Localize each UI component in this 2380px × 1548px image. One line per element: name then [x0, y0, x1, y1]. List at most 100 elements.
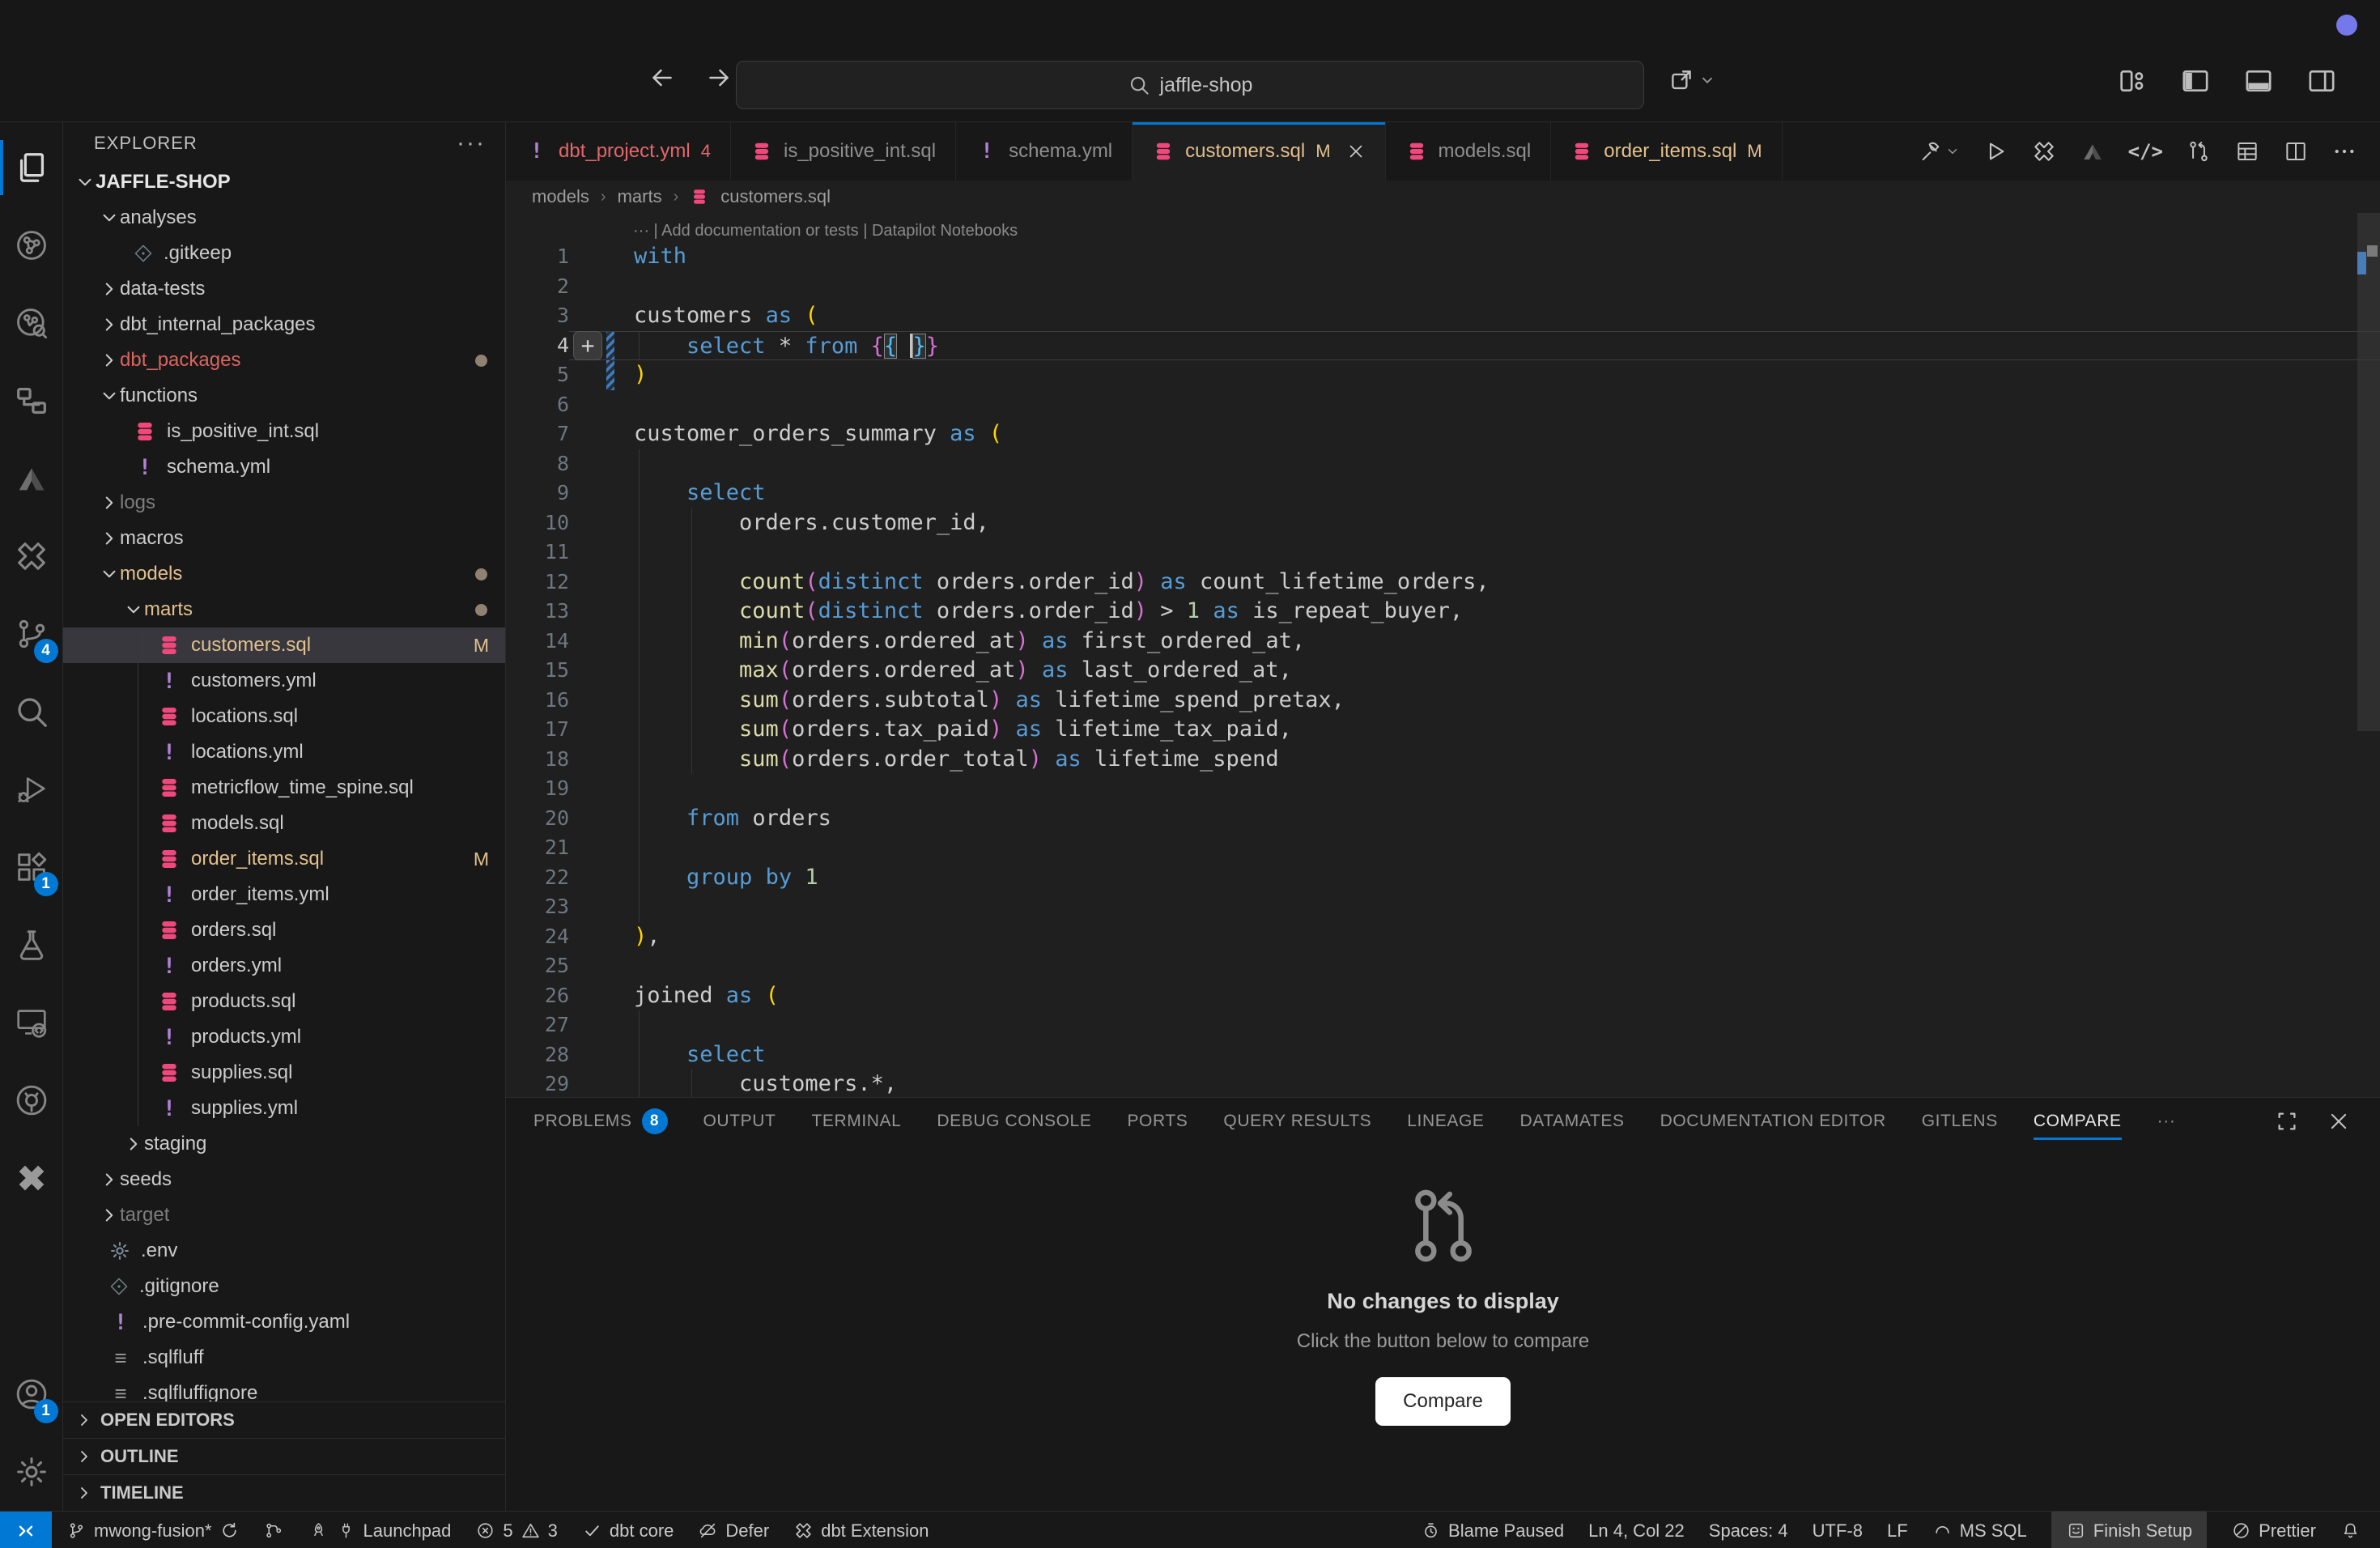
code-line-13[interactable]: 13 count(distinct orders.order_id) > 1 a…	[506, 597, 2380, 627]
tree-item-logs[interactable]: logs	[63, 485, 505, 521]
code-editor[interactable]: ··· | Add documentation or tests | Datap…	[506, 213, 2380, 1097]
tree-item-.pre-commit-config.yaml[interactable]: !.pre-commit-config.yaml	[63, 1304, 505, 1340]
tree-item-models.sql[interactable]: models.sql	[63, 806, 505, 841]
editor-scrollbar[interactable]	[2357, 213, 2380, 747]
status-dbt-extension[interactable]: dbt Extension	[793, 1512, 929, 1548]
command-center-search[interactable]: jaffle-shop	[736, 61, 1644, 109]
activity-settings[interactable]	[0, 1433, 63, 1511]
activity-run-debug[interactable]	[0, 751, 63, 828]
sidebar-more-actions[interactable]: ···	[457, 130, 486, 157]
code-line-20[interactable]: 20 from orders	[506, 804, 2380, 834]
activity-remote-explorer[interactable]	[0, 984, 63, 1061]
activity-lineage-search[interactable]	[0, 284, 63, 362]
tree-item-is_positive_int.sql[interactable]: is_positive_int.sql	[63, 414, 505, 449]
tree-item-order_items.sql[interactable]: order_items.sqlM	[63, 841, 505, 877]
activity-accounts[interactable]: 1	[0, 1355, 63, 1433]
status-cursor-position[interactable]: Ln 4, Col 22	[1588, 1512, 1685, 1548]
tree-item-dbt_packages[interactable]: dbt_packages	[63, 342, 505, 378]
run-action[interactable]	[1983, 138, 2008, 164]
status-finish-setup[interactable]: Finish Setup	[2051, 1512, 2207, 1548]
panel-tab-problems[interactable]: PROBLEMS8	[533, 1098, 668, 1145]
code-line-7[interactable]: 7customer_orders_summary as (	[506, 419, 2380, 449]
add-button[interactable]: +	[573, 331, 602, 360]
code-line-25[interactable]: 25	[506, 951, 2380, 981]
code-line-19[interactable]: 19	[506, 774, 2380, 804]
tree-item-staging[interactable]: staging	[63, 1126, 505, 1162]
tree-item-macros[interactable]: macros	[63, 521, 505, 556]
activity-lineage[interactable]	[0, 206, 63, 284]
code-line-3[interactable]: 3customers as (	[506, 301, 2380, 331]
status-launchpad[interactable]: Launchpad	[308, 1512, 452, 1548]
code-line-17[interactable]: 17 sum(orders.tax_paid) as lifetime_tax_…	[506, 715, 2380, 745]
compare-action[interactable]	[2186, 138, 2212, 164]
tab-customers.sql[interactable]: customers.sqlM	[1133, 122, 1385, 181]
tree-item-schema.yml[interactable]: !schema.yml	[63, 449, 505, 485]
panel-tab-query-results[interactable]: QUERY RESULTS	[1223, 1098, 1371, 1145]
status-indentation[interactable]: Spaces: 4	[1709, 1512, 1788, 1548]
activity-explorer[interactable]	[0, 129, 63, 206]
code-line-11[interactable]: 11	[506, 538, 2380, 568]
breadcrumb-item[interactable]: models	[532, 186, 589, 207]
status-defer[interactable]: Defer	[698, 1512, 769, 1548]
split-editor-action[interactable]	[2283, 138, 2309, 164]
copilot-menu[interactable]	[1668, 66, 1716, 94]
more-actions[interactable]	[2331, 138, 2357, 164]
panel-tab-compare[interactable]: COMPARE	[2034, 1098, 2122, 1145]
panel-tab-output[interactable]: OUTPUT	[703, 1098, 776, 1145]
forward-arrow-icon[interactable]	[704, 63, 733, 92]
layout-sidebar-left-icon[interactable]	[2179, 65, 2212, 97]
status-language-mode[interactable]: MS SQL	[1932, 1512, 2027, 1548]
tree-item-.sqlfluff[interactable]: ≡.sqlfluff	[63, 1340, 505, 1376]
tab-is_positive_int.sql[interactable]: is_positive_int.sql	[731, 122, 956, 181]
layout-panel-icon[interactable]	[2242, 65, 2275, 97]
code-line-23[interactable]: 23	[506, 892, 2380, 922]
tree-item-order_items.yml[interactable]: !order_items.yml	[63, 877, 505, 912]
close-icon[interactable]	[1346, 142, 1366, 161]
panel-tab-ports[interactable]: PORTS	[1127, 1098, 1188, 1145]
code-line-9[interactable]: 9 select	[506, 478, 2380, 508]
layout-customize-icon[interactable]	[2116, 65, 2148, 97]
activity-dbt-x[interactable]	[0, 1139, 63, 1217]
tree-item-locations.sql[interactable]: locations.sql	[63, 699, 505, 734]
activity-dbt[interactable]	[0, 440, 63, 517]
panel-tab-lineage[interactable]: LINEAGE	[1407, 1098, 1484, 1145]
panel-tab-documentation-editor[interactable]: DOCUMENTATION EDITOR	[1660, 1098, 1886, 1145]
code-line-22[interactable]: 22 group by 1	[506, 863, 2380, 893]
activity-flowchart[interactable]	[0, 362, 63, 440]
code-line-5[interactable]: 5)	[506, 360, 2380, 390]
tree-item-.gitignore[interactable]: .gitignore	[63, 1269, 505, 1304]
tree-item-functions[interactable]: functions	[63, 378, 505, 414]
tree-item-customers.sql[interactable]: customers.sqlM	[63, 627, 505, 663]
code-line-21[interactable]: 21	[506, 833, 2380, 863]
tab-order_items.sql[interactable]: order_items.sqlM	[1551, 122, 1782, 181]
code-line-18[interactable]: 18 sum(orders.order_total) as lifetime_s…	[506, 745, 2380, 775]
code-line-2[interactable]: 2	[506, 272, 2380, 302]
status-encoding[interactable]: UTF-8	[1813, 1512, 1863, 1548]
compare-button[interactable]: Compare	[1375, 1377, 1511, 1426]
tab-models.sql[interactable]: models.sql	[1386, 122, 1552, 181]
tree-item-target[interactable]: target	[63, 1197, 505, 1233]
maximize-panel[interactable]	[2275, 1109, 2299, 1133]
status-prettier[interactable]: Prettier	[2231, 1512, 2316, 1548]
tree-item-JAFFLE-SHOP[interactable]: JAFFLE-SHOP	[63, 164, 505, 200]
status-git-graph[interactable]	[264, 1512, 284, 1548]
tree-item-orders.yml[interactable]: !orders.yml	[63, 948, 505, 984]
code-line-27[interactable]: 27	[506, 1010, 2380, 1040]
tree-item-marts[interactable]: marts	[63, 592, 505, 627]
code-line-26[interactable]: 26joined as (	[506, 981, 2380, 1011]
section-open-editors[interactable]: OPEN EDITORS	[63, 1401, 505, 1438]
code-line-14[interactable]: 14 min(orders.ordered_at) as first_order…	[506, 627, 2380, 657]
tree-item-products.yml[interactable]: !products.yml	[63, 1019, 505, 1055]
code-line-12[interactable]: 12 count(distinct orders.order_id) as co…	[506, 568, 2380, 598]
tree-item-supplies.sql[interactable]: supplies.sql	[63, 1055, 505, 1091]
status-eol[interactable]: LF	[1887, 1512, 1908, 1548]
code-line-28[interactable]: 28 select	[506, 1040, 2380, 1070]
tree-item-seeds[interactable]: seeds	[63, 1162, 505, 1197]
panel-more-tabs[interactable]: ···	[2157, 1098, 2176, 1145]
tree-item-locations.yml[interactable]: !locations.yml	[63, 734, 505, 770]
tree-item-.sqlfluffignore[interactable]: ≡.sqlfluffignore	[63, 1376, 505, 1401]
panel-tab-terminal[interactable]: TERMINAL	[811, 1098, 901, 1145]
status-problems[interactable]: 53	[475, 1512, 558, 1548]
activity-github[interactable]	[0, 1061, 63, 1139]
breadcrumb-item[interactable]: customers.sql	[720, 186, 831, 207]
